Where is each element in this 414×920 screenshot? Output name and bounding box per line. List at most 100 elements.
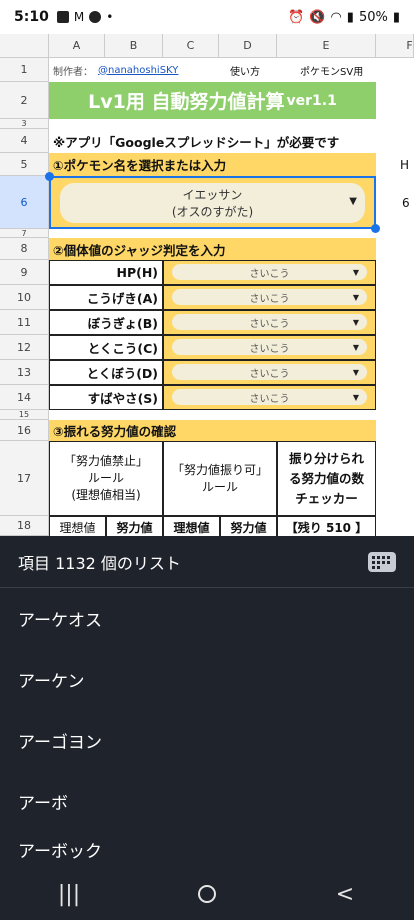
list-item[interactable]: アーケオス <box>0 588 414 649</box>
back-icon[interactable]: < <box>315 874 375 914</box>
row-header-3[interactable]: 3 <box>0 119 49 129</box>
selection-handle-bottom[interactable] <box>371 224 380 233</box>
checker-header: 振り分けられ る努力値の数 チェッカー <box>277 441 376 516</box>
selection-handle-top[interactable] <box>45 172 54 181</box>
judge-dropdown-defense[interactable]: さいこう ▼ <box>172 314 367 330</box>
stat-label-defense: ぼうぎょ(B) <box>49 310 163 335</box>
corner-cell[interactable] <box>0 34 49 58</box>
remaining-counter: 【残り 510 】 <box>277 516 376 536</box>
row-header-8[interactable]: 8 <box>0 238 49 260</box>
stat-label-spdef: とくぼう(D) <box>49 360 163 385</box>
section1-title: ①ポケモン名を選択または入力 <box>49 153 376 176</box>
wifi-icon: ◠ <box>330 9 342 25</box>
rule-allowed-line2: ルール <box>201 479 238 494</box>
checker-line1: 振り分けられ <box>288 450 364 466</box>
judge-dropdown-spatk[interactable]: さいこう ▼ <box>172 339 367 355</box>
row-header-15[interactable]: 15 <box>0 410 49 420</box>
row-header-11[interactable]: 11 <box>0 310 49 335</box>
keyboard-icon[interactable] <box>368 551 396 572</box>
column-header-d[interactable]: D <box>219 34 277 58</box>
pokemon-name: イエッサン <box>182 188 243 202</box>
row-header-2[interactable]: 2 <box>0 82 49 119</box>
row-header-5[interactable]: 5 <box>0 153 49 176</box>
row-header-9[interactable]: 9 <box>0 260 49 285</box>
battery-level: 50% <box>358 9 388 25</box>
column-header-a[interactable]: A <box>49 34 105 58</box>
row-header-13[interactable]: 13 <box>0 360 49 385</box>
section3-title: ③振れる努力値の確認 <box>49 420 376 441</box>
checker-line3: チェッカー <box>295 490 358 506</box>
chevron-down-icon: ▼ <box>352 342 359 352</box>
stat-label-speed: すばやさ(S) <box>49 385 163 410</box>
sub-ev-1: 努力値 <box>106 516 163 536</box>
game-icon <box>89 11 102 23</box>
alarm-icon: ⏰ <box>288 9 305 25</box>
column-header-b[interactable]: B <box>105 34 163 58</box>
author-label: 制作者： <box>53 66 93 78</box>
stat-label-hp: HP(H) <box>49 260 163 285</box>
spreadsheet-grid[interactable]: A B C D E F 1 2 3 4 5 6 7 8 9 10 11 12 1… <box>0 34 414 536</box>
row-header-4[interactable]: 4 <box>0 129 49 153</box>
dropdown-list-panel: 項目 1132 個のリスト アーケオス アーケン アーゴヨン アーボ アーボック <box>0 536 414 868</box>
list-count-title: 項目 1132 個のリスト <box>18 553 181 573</box>
row-header-12[interactable]: 12 <box>0 335 49 360</box>
judge-value-spdef: さいこう <box>249 368 290 380</box>
row-header-18[interactable]: 18 <box>0 516 49 536</box>
side-6: 6 <box>402 195 410 210</box>
dot-icon: • <box>106 10 114 24</box>
sub-ideal-2: 理想値 <box>163 516 220 536</box>
list-item[interactable]: アーボック <box>0 832 414 862</box>
requirement-note: ※アプリ「Googleスプレッドシート」が必要です <box>53 134 340 150</box>
gallery-icon <box>56 11 69 23</box>
howto-link[interactable]: 使い方 <box>230 58 260 82</box>
column-header-c[interactable]: C <box>163 34 219 58</box>
row-header-16[interactable]: 16 <box>0 420 49 441</box>
list-item[interactable]: アーボ <box>0 771 414 832</box>
row-header-14[interactable]: 14 <box>0 385 49 410</box>
mute-icon: 🔇 <box>309 9 326 25</box>
checker-line2: る努力値の数 <box>288 470 364 486</box>
side-h: H <box>400 157 410 172</box>
chevron-down-icon: ▼ <box>352 292 359 302</box>
rule-allowed-line1: 「努力値振り可」 <box>171 462 268 477</box>
battery-icon: ▮ <box>392 9 400 25</box>
judge-dropdown-hp[interactable]: さいこう ▼ <box>172 264 367 280</box>
status-bar: 5:10 M • ⏰ 🔇 ◠ ▮ 50% ▮ <box>0 0 414 34</box>
author-link[interactable]: @nanahoshiSKY <box>98 58 178 82</box>
title-version: ver1.1 <box>286 92 337 109</box>
list-item[interactable]: アーゴヨン <box>0 710 414 771</box>
judge-dropdown-attack[interactable]: さいこう ▼ <box>172 289 367 305</box>
game-label: ポケモンSV用 <box>300 66 364 78</box>
judge-value-attack: さいこう <box>249 293 290 305</box>
sub-ideal-1: 理想値 <box>49 516 106 536</box>
sub-ev-2: 努力値 <box>220 516 277 536</box>
column-header-f[interactable]: F <box>376 34 414 58</box>
rule-banned-line3: (理想値相当) <box>71 488 141 502</box>
chevron-down-icon: ▼ <box>352 317 359 327</box>
rule-banned-header: 「努力値禁止」 ルール (理想値相当) <box>49 441 163 516</box>
list-item[interactable]: アーケン <box>0 649 414 710</box>
home-icon[interactable] <box>177 874 237 914</box>
list-panel-header: 項目 1132 個のリスト <box>0 536 414 588</box>
recents-icon[interactable]: ||| <box>39 874 99 914</box>
rule-allowed-header: 「努力値振り可」 ルール <box>163 441 277 516</box>
row-header-7[interactable]: 7 <box>0 229 49 238</box>
row-header-1[interactable]: 1 <box>0 58 49 82</box>
stat-label-spatk: とくこう(C) <box>49 335 163 360</box>
judge-dropdown-speed[interactable]: さいこう ▼ <box>172 389 367 405</box>
pokemon-dropdown[interactable]: イエッサン (オスのすがた) ▼ <box>60 183 365 223</box>
chevron-down-icon: ▼ <box>352 392 359 402</box>
chevron-down-icon: ▼ <box>352 267 359 277</box>
title-main: Lv1用 自動努力値計算 <box>88 91 285 113</box>
row-header-6[interactable]: 6 <box>0 176 49 229</box>
pokemon-form: (オスのすがた) <box>171 205 254 219</box>
column-header-e[interactable]: E <box>277 34 376 58</box>
chevron-down-icon: ▼ <box>352 367 359 377</box>
chevron-down-icon: ▼ <box>349 196 357 207</box>
row-header-17[interactable]: 17 <box>0 441 49 516</box>
judge-value-hp: さいこう <box>249 268 290 280</box>
row-header-10[interactable]: 10 <box>0 285 49 310</box>
stat-label-attack: こうげき(A) <box>49 285 163 310</box>
clock: 5:10 <box>14 9 49 25</box>
judge-dropdown-spdef[interactable]: さいこう ▼ <box>172 364 367 380</box>
